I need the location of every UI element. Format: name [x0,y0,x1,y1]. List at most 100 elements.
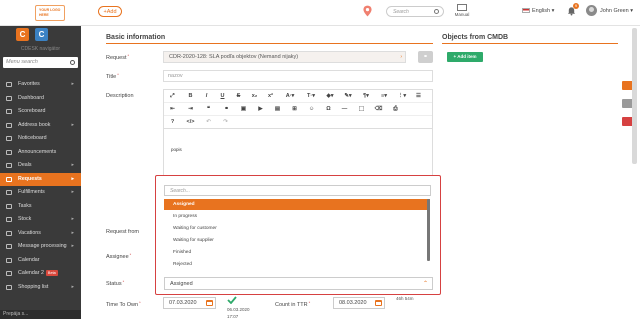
sidebar-footer[interactable]: Prepája s... [0,310,81,319]
sidebar-item-announcements[interactable]: Announcements [0,146,81,160]
sidebar-item-label: Calendar [18,256,40,263]
count-in-ttr-input[interactable]: 08.03.2020 [333,297,385,309]
italic-icon[interactable]: I [202,93,211,100]
undo-icon[interactable]: ↶ [204,119,213,126]
insert-link-icon[interactable]: ⚭ [222,106,231,113]
unordered-list-icon[interactable]: ☰ [414,93,423,100]
calendar-icon[interactable] [375,300,382,306]
status-option-in-progress[interactable]: In progress [164,211,430,222]
strikethrough-icon[interactable]: S [234,93,243,100]
sidebar-item-message-processing[interactable]: Message processing ▸ [0,240,81,254]
global-search-input[interactable]: Search [386,6,444,17]
status-option-assigned[interactable]: Assigned [164,199,430,210]
ordered-list-icon[interactable]: ⋮▾ [396,93,408,100]
status-option-rejected[interactable]: Rejected [164,259,430,270]
status-search-input[interactable]: Search... [164,185,431,196]
request-field[interactable]: CDR-2020-128: SLA podľa objektov (Nemand… [163,51,406,63]
time-to-own-value: 07.03.2020 [169,300,197,306]
time-to-own-input[interactable]: 07.03.2020 [163,297,216,309]
deals-icon [6,163,12,168]
status-option-waiting-for-supplier[interactable]: Waiting for supplier [164,235,430,246]
insert-image-icon[interactable]: ▣ [239,106,248,113]
assignee-label: Assignee* [106,252,131,260]
required-marker: * [122,279,125,284]
insert-file-icon[interactable]: ▤ [273,106,282,113]
outdent-icon[interactable]: ⇤ [168,106,177,113]
sidebar-item-fulfillments[interactable]: Fulfillments ▸ [0,186,81,200]
menu-search-input[interactable]: Menu search [3,57,78,68]
redo-icon[interactable]: ↷ [221,119,230,126]
bold-icon[interactable]: B [186,93,195,100]
sidebar-item-label: Noticeboard [18,135,47,141]
chevron-right-icon: ▸ [71,162,74,168]
insert-table-icon[interactable]: ⊞ [290,106,299,113]
sidebar-item-calendar[interactable]: Calendar [0,254,81,268]
align-icon[interactable]: ≡▾ [378,93,390,100]
subscript-icon[interactable]: x₂ [250,93,259,100]
sidebar-item-requests[interactable]: Requests ▸ [0,172,81,186]
status-option-finished[interactable]: Finished [164,247,430,258]
status-select[interactable]: Assigned ⌃ [164,277,433,290]
calendar-icon[interactable] [206,300,213,306]
highlight-color-icon[interactable]: ✎▾ [342,93,354,100]
superscript-icon[interactable]: x² [266,93,275,100]
required-marker: * [129,252,132,257]
user-menu[interactable]: John Green ▾ [600,8,633,14]
sidebar-item-noticeboard[interactable]: Noticeboard [0,132,81,146]
cdesk-app-icon[interactable]: C [16,28,29,41]
paragraph-format-icon[interactable]: ¶▾ [360,93,372,100]
page-scrollbar[interactable] [632,28,637,164]
description-editor[interactable]: ⤢ B I U S x₂ x² A·▾ T·▾ ◆▾ ✎▾ ¶▾ ≡▾ ⋮▾ ☰… [163,89,433,179]
sidebar-item-scoreboard[interactable]: Scoreboard [0,105,81,119]
avatar[interactable] [586,5,597,16]
horizontal-line-icon[interactable]: — [340,106,349,113]
sidebar-item-calendar-2[interactable]: Calendar 2 Beta [0,267,81,281]
request-label-text: Request [106,55,127,61]
chevron-right-icon: ▸ [71,189,74,195]
sidebar-item-label: Dashboard [18,94,44,101]
add-item-button[interactable]: + Add item [447,52,483,62]
text-size-icon[interactable]: T·▾ [304,93,318,100]
fullscreen-icon[interactable]: ⤢ [168,93,177,100]
sidebar-item-deals[interactable]: Deals ▸ [0,159,81,173]
sidebar-item-favorites[interactable]: Favorites ▸ [0,78,81,92]
calendar-icon [6,271,12,276]
quote-icon[interactable]: ❝ [204,106,213,113]
link-icon[interactable]: ⚭ [418,51,433,63]
sidebar-item-tasks[interactable]: Tasks [0,200,81,214]
print-icon[interactable]: ⎙ [391,106,400,113]
status-label-text: Status [106,281,122,287]
sidebar-item-label: Address book [18,121,51,128]
sidebar-item-dashboard[interactable]: Dashboard [0,92,81,106]
sidebar-item-address-book[interactable]: Address book ▸ [0,119,81,133]
underline-icon[interactable]: U [218,93,227,100]
cdesk-navigator-icon[interactable]: C [35,28,48,41]
special-character-icon[interactable]: Ω [324,106,333,113]
title-label-text: Title [106,74,117,80]
message-icon [6,244,12,249]
company-logo[interactable]: YOUR LOGO HERE [35,5,65,21]
status-selected-value: Assigned [170,281,193,287]
clear-formatting-icon[interactable]: ⌫ [374,106,383,113]
status-options-scrollbar[interactable] [427,199,430,261]
text-color-icon[interactable]: ◆▾ [324,93,336,100]
status-option-waiting-for-customer[interactable]: Waiting for customer [164,223,430,234]
code-view-icon[interactable]: </> [186,119,195,126]
add-button[interactable]: +Add [98,6,122,17]
beta-badge: Beta [45,270,58,276]
sidebar-item-label: Announcements [18,148,57,155]
help-icon[interactable]: ? [168,119,177,126]
sidebar-item-vacations[interactable]: Vacations ▸ [0,227,81,241]
font-size-icon[interactable]: A·▾ [283,93,297,100]
sidebar-item-shopping-list[interactable]: Shopping list ▸ [0,281,81,295]
emoticon-icon[interactable]: ☺ [307,106,316,113]
sidebar-item-stock[interactable]: Stock ▸ [0,213,81,227]
title-field[interactable]: nazov [163,70,433,82]
language-selector[interactable]: English ▾ [522,8,554,14]
location-pin-icon[interactable] [363,5,372,17]
indent-icon[interactable]: ⇥ [186,106,195,113]
insert-video-icon[interactable]: ▶ [256,106,265,113]
sidebar-item-label: Scoreboard [18,108,46,114]
select-all-icon[interactable]: ⬚ [357,106,366,113]
manual-button[interactable]: Manual [447,4,477,17]
